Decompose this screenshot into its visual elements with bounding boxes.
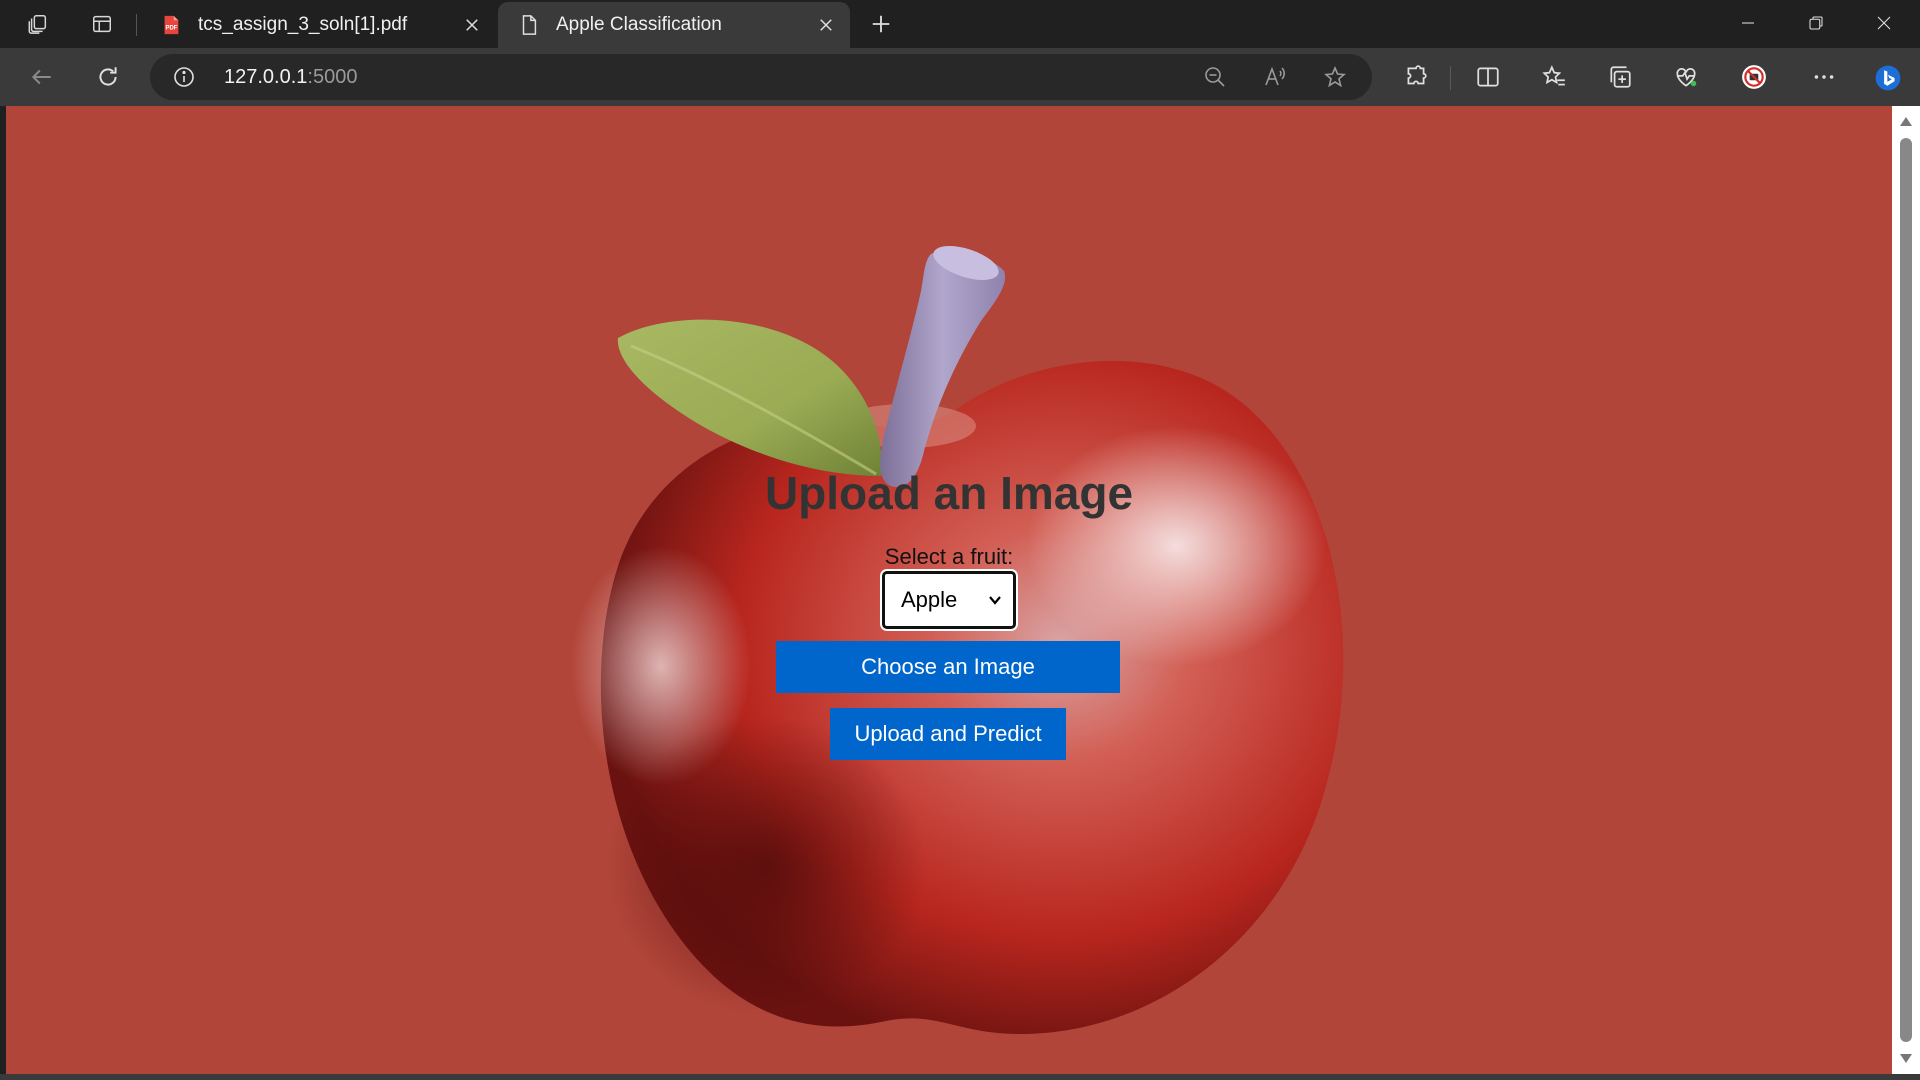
scroll-thumb[interactable] [1900, 138, 1912, 1042]
favorites-button[interactable] [1534, 58, 1574, 96]
tab-strip: PDF tcs_assign_3_soln[1].pdf Apple Class… [0, 0, 1920, 48]
no-camera-extension-icon [1742, 65, 1766, 89]
tab-title: Apple Classification [556, 14, 722, 35]
restore-icon [1809, 16, 1823, 30]
refresh-icon [99, 67, 117, 86]
page-title: Upload an Image [764, 467, 1134, 519]
site-info-icon[interactable] [170, 63, 198, 91]
heart-pulse-icon [1676, 68, 1697, 87]
url-port: :5000 [307, 66, 358, 88]
svg-text:PDF: PDF [166, 26, 178, 32]
collections-button[interactable] [1600, 58, 1640, 96]
new-tab-button[interactable] [863, 8, 899, 40]
url-host: 127.0.0.1 [224, 66, 308, 88]
close-window-button[interactable] [1850, 0, 1918, 46]
minimize-icon [1742, 22, 1754, 24]
fruit-select-value: Apple [901, 587, 958, 612]
browser-toolbar: 127.0.0.1:5000 [0, 48, 1920, 106]
window-bottom-edge [0, 1074, 1920, 1080]
toolbar-divider [1450, 66, 1451, 90]
close-icon[interactable] [456, 9, 488, 41]
scroll-up-arrow-icon[interactable] [1898, 114, 1914, 130]
puzzle-icon [1407, 65, 1427, 85]
tab-pdf[interactable]: PDF tcs_assign_3_soln[1].pdf [140, 2, 496, 48]
favorite-star-icon[interactable] [1320, 63, 1350, 91]
more-dots-icon [1814, 75, 1834, 79]
close-icon[interactable] [810, 9, 842, 41]
collections-icon [1610, 66, 1631, 88]
workspaces-icon [28, 15, 47, 34]
upload-predict-button[interactable]: Upload and Predict [830, 708, 1066, 760]
tab-separator [136, 14, 137, 36]
extension-button[interactable] [1734, 58, 1774, 96]
copilot-button[interactable] [1866, 56, 1910, 100]
split-screen-button[interactable] [1468, 58, 1508, 96]
choose-image-button[interactable]: Choose an Image [776, 641, 1120, 693]
browser-essentials-button[interactable] [1666, 58, 1706, 96]
page-icon [516, 12, 542, 38]
scroll-down-arrow-icon[interactable] [1898, 1050, 1914, 1066]
refresh-button[interactable] [88, 58, 128, 96]
restore-button[interactable] [1782, 0, 1850, 46]
favorites-list-icon [1542, 65, 1565, 86]
back-arrow-icon [31, 69, 51, 85]
url-text[interactable]: 127.0.0.1:5000 [224, 66, 357, 89]
back-button[interactable] [22, 58, 62, 96]
plus-icon [872, 15, 890, 33]
fruit-select-label: Select a fruit: [884, 544, 1014, 569]
address-bar[interactable]: 127.0.0.1:5000 [150, 54, 1372, 100]
chevron-down-icon [989, 596, 1001, 605]
split-screen-icon [1477, 67, 1499, 87]
page-viewport: Upload an Image Select a fruit: Apple Ch… [6, 106, 1892, 1074]
pdf-icon: PDF [158, 12, 184, 38]
minimize-button[interactable] [1714, 0, 1782, 46]
settings-more-button[interactable] [1804, 58, 1844, 96]
vertical-tabs-icon [93, 15, 111, 33]
zoom-out-icon[interactable] [1200, 63, 1230, 91]
tab-title: tcs_assign_3_soln[1].pdf [198, 14, 408, 35]
tab-apple-classification[interactable]: Apple Classification [498, 2, 850, 48]
workspaces-button[interactable] [20, 8, 56, 40]
fruit-select[interactable]: Apple [882, 571, 1016, 629]
vertical-scrollbar[interactable] [1892, 106, 1920, 1074]
tab-actions-button[interactable] [84, 8, 120, 40]
close-icon [1877, 16, 1891, 30]
upload-form: Upload an Image Select a fruit: Apple Ch… [6, 106, 1892, 1074]
read-aloud-icon[interactable] [1260, 63, 1290, 91]
extensions-button[interactable] [1396, 58, 1436, 96]
bing-icon [1875, 65, 1901, 91]
